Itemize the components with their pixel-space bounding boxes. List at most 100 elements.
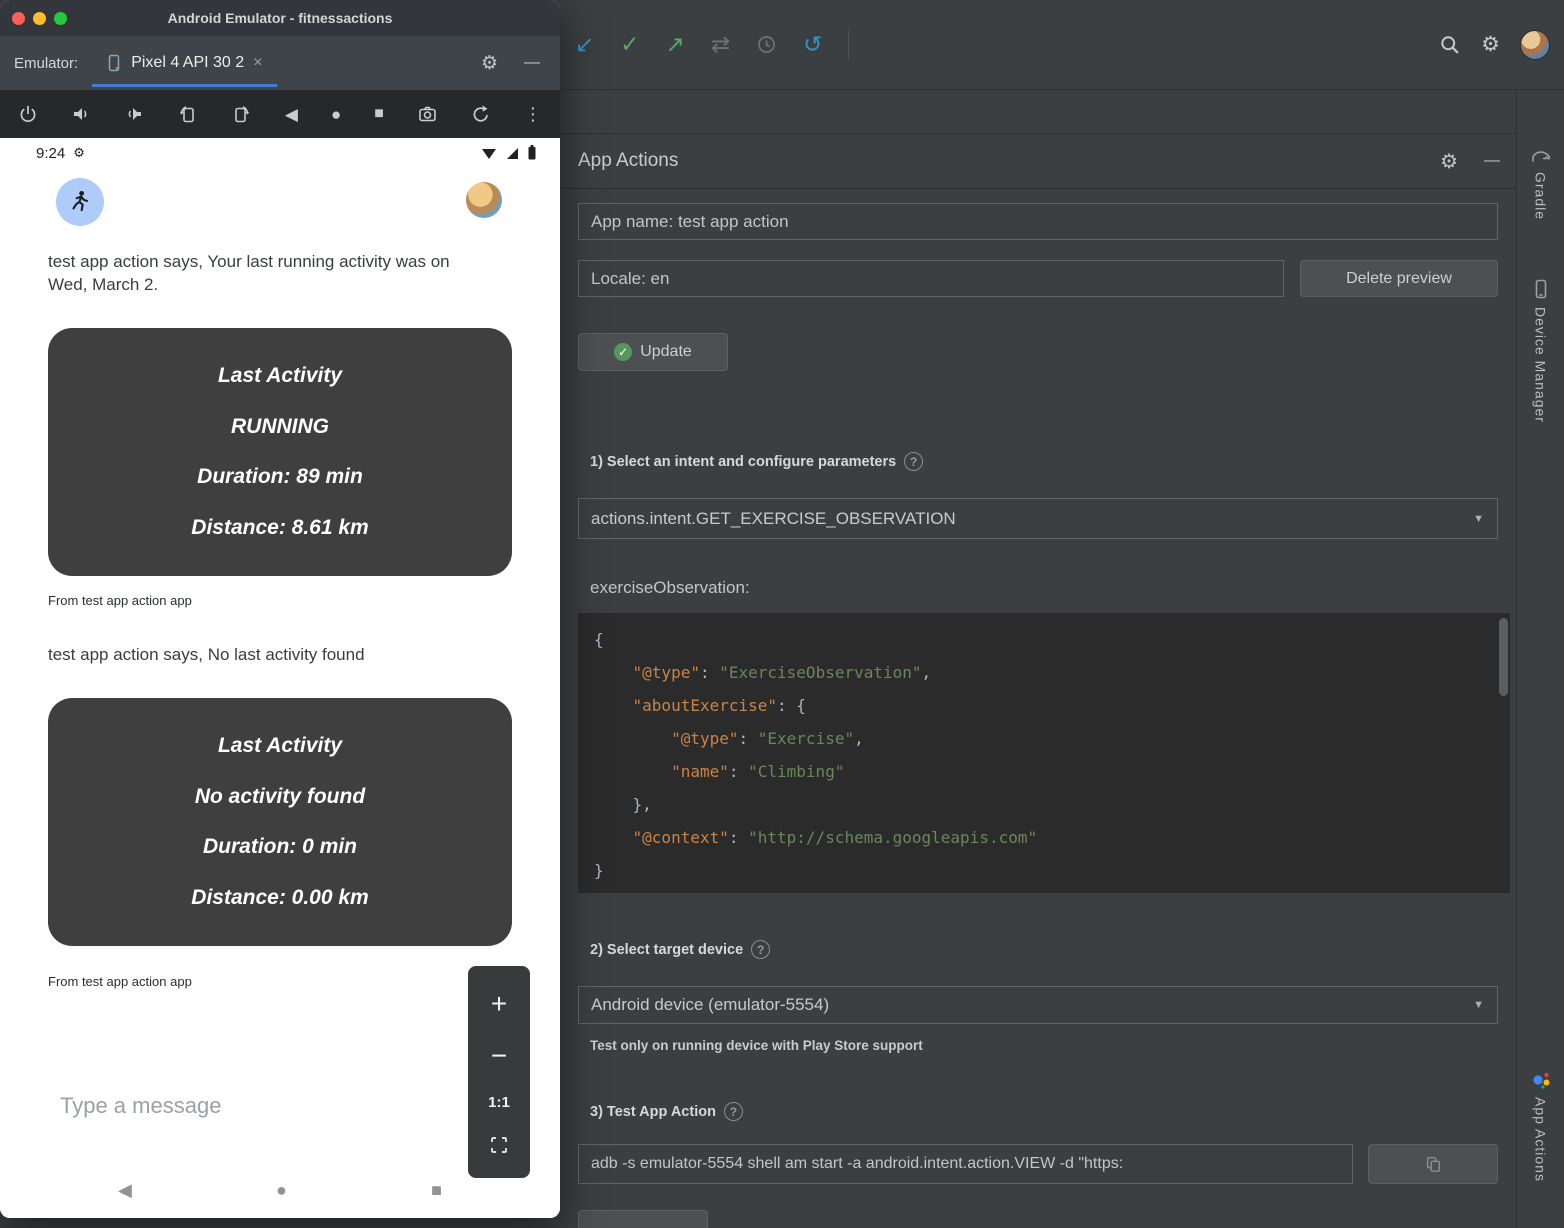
device-note: Test only on running device with Play St… bbox=[590, 1038, 923, 1053]
tool-window-gradle[interactable]: Gradle bbox=[1530, 145, 1552, 220]
settings-gear-icon[interactable]: ⚙ bbox=[1481, 32, 1500, 57]
adb-command-field[interactable]: adb -s emulator-5554 shell am start -a a… bbox=[578, 1144, 1353, 1184]
app-actions-label: App Actions bbox=[1533, 1097, 1549, 1182]
commit-icon[interactable]: ✓ bbox=[620, 33, 639, 56]
section-2-text: 2) Select target device bbox=[590, 942, 743, 958]
history-icon[interactable] bbox=[756, 34, 777, 55]
phone-icon bbox=[106, 54, 122, 72]
partial-button[interactable] bbox=[578, 1210, 708, 1228]
rotate-right-icon[interactable] bbox=[231, 104, 252, 124]
gradle-icon bbox=[1530, 145, 1552, 165]
search-icon[interactable] bbox=[1439, 34, 1461, 56]
activity-card: Last Activity No activity found Duration… bbox=[48, 698, 512, 946]
card-status: RUNNING bbox=[58, 415, 502, 439]
section-1-label: 1) Select an intent and configure parame… bbox=[590, 452, 923, 471]
back-icon[interactable]: ◀ bbox=[285, 106, 298, 123]
tab-close-icon[interactable]: × bbox=[253, 54, 262, 72]
json-editor[interactable]: { "@type": "ExerciseObservation", "about… bbox=[578, 613, 1510, 893]
section-2-label: 2) Select target device ? bbox=[590, 940, 770, 959]
chevron-down-icon: ▼ bbox=[1473, 999, 1484, 1011]
assistant-avatar bbox=[56, 178, 104, 226]
app-actions-panel-header: App Actions ⚙ — bbox=[560, 133, 1516, 189]
toolbar-right-group: ⚙ bbox=[1439, 0, 1550, 89]
card-distance: Distance: 0.00 km bbox=[58, 886, 502, 910]
active-tab-indicator bbox=[92, 84, 276, 87]
chat-message: test app action says, Your last running … bbox=[48, 250, 488, 296]
device-dropdown-value: Android device (emulator-5554) bbox=[591, 995, 829, 1015]
update-project-icon[interactable]: ↙ bbox=[575, 33, 594, 56]
from-caption: From test app action app bbox=[48, 974, 192, 989]
device-manager-icon bbox=[1531, 278, 1551, 300]
status-time: 9:24 bbox=[36, 145, 65, 162]
zoom-controls: + − 1:1 bbox=[468, 966, 530, 1178]
delete-preview-button[interactable]: Delete preview bbox=[1300, 260, 1498, 297]
device-manager-label: Device Manager bbox=[1533, 307, 1549, 423]
help-icon[interactable]: ? bbox=[904, 452, 923, 471]
tab-pixel-4[interactable]: Pixel 4 API 30 2 × bbox=[92, 36, 276, 90]
panel-minimize-icon[interactable]: — bbox=[524, 54, 540, 72]
update-check-icon: ✓ bbox=[614, 343, 632, 361]
locale-field[interactable]: Locale: en bbox=[578, 260, 1284, 297]
volume-up-icon[interactable] bbox=[71, 104, 91, 124]
param-label: exerciseObservation: bbox=[590, 578, 750, 598]
tool-window-device-manager[interactable]: Device Manager bbox=[1531, 278, 1551, 423]
device-screen: 9:24 ⚙ test app action says, Your last r… bbox=[0, 138, 560, 1218]
home-icon[interactable]: ● bbox=[331, 106, 341, 123]
push-icon[interactable]: ↗ bbox=[666, 33, 685, 56]
section-1-text: 1) Select an intent and configure parame… bbox=[590, 454, 896, 470]
overview-icon[interactable]: ■ bbox=[374, 106, 384, 122]
app-name-field[interactable]: App name: test app action bbox=[578, 203, 1498, 240]
from-caption: From test app action app bbox=[48, 593, 192, 608]
more-icon[interactable]: ⋮ bbox=[524, 105, 542, 123]
intent-dropdown-value: actions.intent.GET_EXERCISE_OBSERVATION bbox=[591, 509, 956, 529]
volume-down-icon[interactable] bbox=[124, 104, 144, 124]
copy-icon bbox=[1424, 1155, 1442, 1173]
copy-command-button[interactable] bbox=[1368, 1144, 1498, 1184]
screenshot-icon[interactable] bbox=[417, 104, 438, 124]
help-icon[interactable]: ? bbox=[724, 1102, 743, 1121]
section-3-text: 3) Test App Action bbox=[590, 1104, 716, 1120]
vcs-toolbar-group: ↙ ✓ ↗ ⇄ ↺ bbox=[575, 0, 849, 89]
zoom-fit-button[interactable] bbox=[490, 1136, 508, 1154]
card-title: Last Activity bbox=[58, 734, 502, 758]
panel-title: App Actions bbox=[578, 150, 678, 172]
right-tool-stripe: Gradle Device Manager App Actions bbox=[1516, 90, 1564, 1228]
power-icon[interactable] bbox=[18, 104, 38, 124]
runner-icon bbox=[67, 189, 93, 215]
zoom-in-button[interactable]: + bbox=[491, 990, 507, 1018]
nav-back-icon[interactable]: ◀ bbox=[118, 1180, 132, 1201]
snapshots-icon[interactable] bbox=[471, 104, 491, 124]
card-duration: Duration: 0 min bbox=[58, 835, 502, 859]
section-3-label: 3) Test App Action ? bbox=[590, 1102, 743, 1121]
battery-icon bbox=[528, 144, 536, 162]
tab-label: Pixel 4 API 30 2 bbox=[131, 54, 244, 72]
help-icon[interactable]: ? bbox=[751, 940, 770, 959]
card-status: No activity found bbox=[58, 785, 502, 809]
chat-message: test app action says, No last activity f… bbox=[48, 643, 488, 666]
panel-gear-icon[interactable]: ⚙ bbox=[1440, 149, 1458, 174]
editor-scrollbar[interactable] bbox=[1499, 618, 1508, 696]
device-dropdown[interactable]: Android device (emulator-5554) ▼ bbox=[578, 986, 1498, 1024]
wifi-icon bbox=[481, 144, 497, 162]
card-title: Last Activity bbox=[58, 364, 502, 388]
emulator-window: Android Emulator - fitnessactions Emulat… bbox=[0, 0, 560, 1218]
nav-home-icon[interactable]: ● bbox=[276, 1180, 287, 1201]
account-avatar[interactable] bbox=[1520, 30, 1550, 60]
update-button[interactable]: ✓ Update bbox=[578, 333, 728, 371]
app-actions-panel: App Actions ⚙ — App name: test app actio… bbox=[560, 90, 1516, 1228]
rotate-left-icon[interactable] bbox=[177, 104, 198, 124]
rollback-icon[interactable]: ↺ bbox=[803, 33, 822, 56]
intent-dropdown[interactable]: actions.intent.GET_EXERCISE_OBSERVATION … bbox=[578, 498, 1498, 539]
tool-window-app-actions[interactable]: App Actions bbox=[1530, 1068, 1552, 1182]
status-gear-icon: ⚙ bbox=[73, 145, 85, 161]
panel-minimize-icon[interactable]: — bbox=[1484, 152, 1500, 170]
compare-icon[interactable]: ⇄ bbox=[711, 33, 730, 56]
zoom-ratio-button[interactable]: 1:1 bbox=[488, 1094, 510, 1111]
emulator-settings-gear-icon[interactable]: ⚙ bbox=[481, 52, 498, 75]
chevron-down-icon: ▼ bbox=[1473, 513, 1484, 525]
zoom-out-button[interactable]: − bbox=[491, 1042, 507, 1070]
screenshot-root: ↙ ✓ ↗ ⇄ ↺ ⚙ App Actions ⚙ — Ap bbox=[0, 0, 1564, 1228]
message-input[interactable] bbox=[60, 1093, 380, 1119]
nav-overview-icon[interactable]: ■ bbox=[431, 1180, 442, 1201]
status-bar: 9:24 ⚙ bbox=[36, 144, 536, 162]
